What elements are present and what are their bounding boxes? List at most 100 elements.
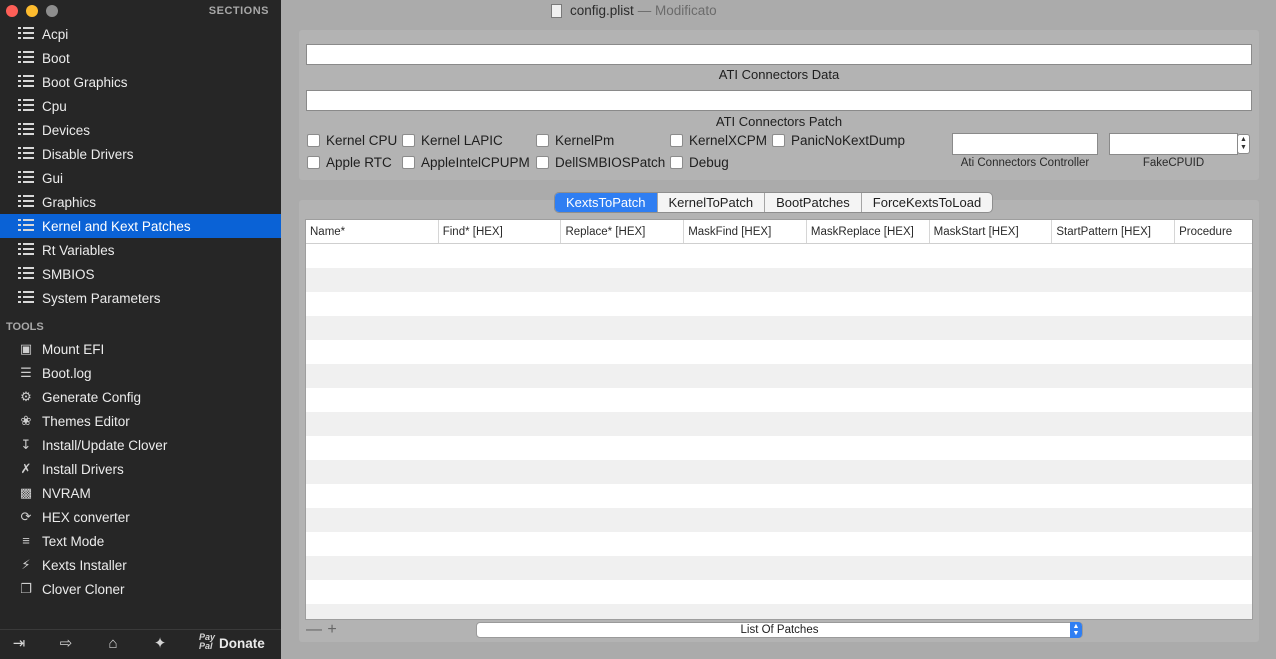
patches-table[interactable]: Name* Find* [HEX] Replace* [HEX] MaskFin… [305, 219, 1253, 620]
tool-hex-converter[interactable]: ⟳ HEX converter [0, 505, 281, 529]
paypal-icon[interactable]: Pay Pal [199, 633, 215, 651]
add-row-button[interactable]: + [323, 622, 341, 638]
tab-forcekextstoload[interactable]: ForceKextsToLoad [860, 193, 992, 212]
column-header-procedure[interactable]: Procedure [1175, 220, 1252, 243]
tool-generate-config[interactable]: ⚙ Generate Config [0, 385, 281, 409]
fakecpuid-label: FakeCPUID [1142, 157, 1205, 169]
tool-label: Install Drivers [42, 461, 124, 477]
donate-button[interactable]: Donate [219, 636, 265, 651]
column-header-maskreplace[interactable]: MaskReplace [HEX] [807, 220, 930, 243]
list-icon [18, 147, 34, 161]
sidebar-item-label: Devices [42, 122, 91, 138]
home-icon[interactable]: ⌂ [105, 636, 121, 652]
tool-text-mode[interactable]: ≡ Text Mode [0, 529, 281, 553]
column-header-replace[interactable]: Replace* [HEX] [561, 220, 685, 243]
kernelpm-checkbox[interactable]: KernelPm [536, 133, 614, 148]
export-icon[interactable]: ⇨ [58, 636, 74, 652]
table-footer: — + [305, 622, 341, 638]
sidebar-item-boot-graphics[interactable]: Boot Graphics [0, 70, 281, 94]
sidebar-item-label: SMBIOS [42, 266, 95, 282]
sidebar-item-devices[interactable]: Devices [0, 118, 281, 142]
tool-clover-cloner[interactable]: ❐ Clover Cloner [0, 577, 281, 601]
tab-bootpatches[interactable]: BootPatches [764, 193, 861, 212]
ati-settings-panel: ATI Connectors Data ATI Connectors Patch… [299, 30, 1259, 180]
ati-connectors-patch-field[interactable] [306, 90, 1252, 111]
sidebar-item-label: Boot Graphics [42, 74, 128, 90]
tool-install-update-clover[interactable]: ↧ Install/Update Clover [0, 433, 281, 457]
ati-connectors-controller-label: Ati Connectors Controller [960, 157, 1090, 169]
column-header-name[interactable]: Name* [306, 220, 439, 243]
sidebar-item-label: Cpu [42, 98, 67, 114]
table-row [306, 580, 1252, 604]
kernel-cpu-checkbox[interactable]: Kernel CPU [307, 133, 397, 148]
apple-rtc-checkbox[interactable]: Apple RTC [307, 155, 392, 170]
tab-kextstopatch[interactable]: KextsToPatch [555, 193, 657, 212]
tool-boot-log[interactable]: ☰ Boot.log [0, 361, 281, 385]
sidebar-item-smbios[interactable]: SMBIOS [0, 262, 281, 286]
sidebar-item-gui[interactable]: Gui [0, 166, 281, 190]
sidebar-item-label: Gui [42, 170, 64, 186]
dellsmbiospatch-checkbox[interactable]: DellSMBIOSPatch [536, 155, 665, 170]
sections-header: SECTIONS [208, 5, 269, 17]
tool-label: Themes Editor [42, 413, 130, 429]
sidebar-item-label: System Parameters [42, 290, 161, 306]
window-controls [6, 5, 58, 17]
palette-icon: ❀ [20, 413, 32, 428]
table-row [306, 340, 1252, 364]
table-row [306, 388, 1252, 412]
sidebar-item-disable-drivers[interactable]: Disable Drivers [0, 142, 281, 166]
ati-connectors-data-field[interactable] [306, 44, 1252, 65]
column-header-maskfind[interactable]: MaskFind [HEX] [684, 220, 807, 243]
chip-icon: ▩ [19, 485, 33, 500]
window-title-text: config.plist [570, 3, 634, 18]
tool-label: Mount EFI [42, 341, 105, 357]
zoom-window-button[interactable] [46, 5, 58, 17]
import-icon[interactable]: ⇥ [11, 636, 27, 652]
list-icon [18, 219, 34, 233]
column-header-startpattern[interactable]: StartPattern [HEX] [1052, 220, 1176, 243]
tool-nvram[interactable]: ▩ NVRAM [0, 481, 281, 505]
panicnokextdump-checkbox[interactable]: PanicNoKextDump [772, 133, 905, 148]
tool-label: NVRAM [42, 485, 91, 501]
column-header-maskstart[interactable]: MaskStart [HEX] [930, 220, 1053, 243]
list-icon [18, 243, 34, 257]
tool-themes-editor[interactable]: ❀ Themes Editor [0, 409, 281, 433]
tool-install-drivers[interactable]: ✗ Install Drivers [0, 457, 281, 481]
tool-kexts-installer[interactable]: ⚡ Kexts Installer [0, 553, 281, 577]
refresh-icon: ⟳ [20, 509, 32, 524]
column-header-find[interactable]: Find* [HEX] [439, 220, 562, 243]
text-lines-icon: ≡ [22, 533, 30, 548]
sidebar-item-graphics[interactable]: Graphics [0, 190, 281, 214]
document-icon [551, 3, 562, 18]
sidebar-item-cpu[interactable]: Cpu [0, 94, 281, 118]
table-row [306, 484, 1252, 508]
table-row [306, 604, 1252, 619]
tools-list: ▣ Mount EFI ☰ Boot.log ⚙ Generate Config ❀ T… [0, 337, 281, 601]
remove-row-button[interactable]: — [305, 622, 323, 638]
sidebar-item-boot[interactable]: Boot [0, 46, 281, 70]
sidebar-item-kernel-and-kext-patches[interactable]: Kernel and Kext Patches [0, 214, 281, 238]
gears-icon: ⚙ [20, 389, 32, 404]
tab-kerneltopatch[interactable]: KernelToPatch [656, 193, 765, 212]
kernelxcpm-checkbox[interactable]: KernelXCPM [670, 133, 767, 148]
minimize-window-button[interactable] [26, 5, 38, 17]
debug-checkbox[interactable]: Debug [670, 155, 729, 170]
close-window-button[interactable] [6, 5, 18, 17]
tool-mount-efi[interactable]: ▣ Mount EFI [0, 337, 281, 361]
list-icon [18, 291, 34, 305]
kernel-lapic-checkbox[interactable]: Kernel LAPIC [402, 133, 503, 148]
tool-label: Clover Cloner [42, 581, 125, 597]
fakecpuid-stepper[interactable]: ▲ ▼ [1237, 134, 1250, 154]
appleintelcpupm-checkbox[interactable]: AppleIntelCPUPM [402, 155, 530, 170]
sidebar-item-acpi[interactable]: Acpi [0, 22, 281, 46]
list-icon [18, 99, 34, 113]
fakecpuid-field[interactable] [1109, 133, 1238, 155]
plug-icon: ⚡ [21, 557, 31, 572]
share-icon[interactable]: ✦ [152, 636, 168, 652]
table-row [306, 412, 1252, 436]
ati-connectors-controller-field[interactable] [952, 133, 1098, 155]
sidebar-item-system-parameters[interactable]: System Parameters [0, 286, 281, 310]
tool-label: HEX converter [42, 509, 130, 525]
sidebar-item-rt-variables[interactable]: Rt Variables [0, 238, 281, 262]
list-of-patches-popup[interactable]: List Of Patches ▲ ▼ [476, 622, 1083, 638]
